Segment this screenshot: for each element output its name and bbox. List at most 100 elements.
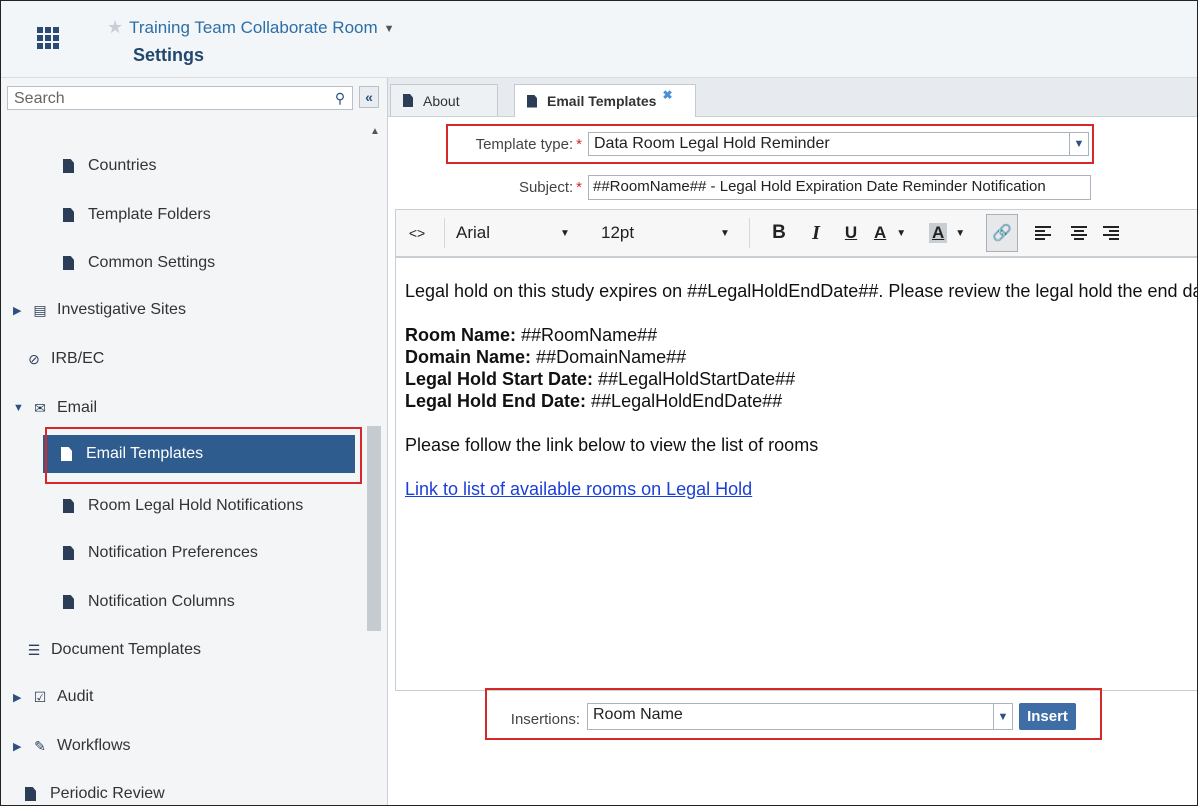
sidebar-item-countries[interactable]: Countries [63,151,156,181]
search-input[interactable] [12,88,326,110]
page-title: Settings [133,45,205,65]
underline-button[interactable]: U [840,210,862,256]
settings-sidebar: ⚲ « Countries Template Folders Common Se… [1,78,388,805]
subject-label: Subject: * [518,179,582,196]
pencil-icon: ✎ [34,737,46,754]
sites-icon: ▤ [33,301,47,318]
search-icon[interactable]: ⚲ [330,88,350,108]
room-title: Training Team Collaborate Room [129,18,378,37]
sidebar-item-label: Notification Preferences [88,544,258,561]
sidebar-item-notification-preferences[interactable]: Notification Preferences [63,538,258,568]
page-header: ★ Training Team Collaborate Room ▼ Setting… [1,1,1197,78]
background-color-button[interactable]: A ▼ [929,210,973,256]
sidebar-search: ⚲ [7,86,353,110]
font-size-value: 12pt [601,223,635,242]
sidebar-item-label: Countries [88,157,157,174]
font-family-value: Arial [456,223,491,242]
sidebar-item-label: Common Settings [88,254,216,271]
text-color-button[interactable]: A ▼ [874,210,918,256]
list-icon: ☰ [27,641,41,658]
text-color-icon: A [874,223,887,242]
font-family-select[interactable]: Arial ▼ [456,210,576,256]
scrollbar-thumb[interactable] [367,426,381,631]
sidebar-item-document-templates[interactable]: ☰ Document Templates [25,635,201,665]
room-name-line: Room Name: ##RoomName## [405,325,658,345]
tab-about[interactable]: About [390,84,498,116]
link-icon: 🔗 [992,225,1012,242]
sidebar-item-room-legal-hold-notifications[interactable]: Room Legal Hold Notifications [63,491,303,521]
favorite-star-icon[interactable]: ★ [107,17,123,37]
expand-arrow-icon[interactable]: ▶ [13,304,25,317]
room-switcher[interactable]: ★ Training Team Collaborate Room ▼ [107,17,395,38]
subject-input[interactable]: ##RoomName## - Legal Hold Expiration Dat… [588,175,1091,200]
italic-button[interactable]: I [805,210,827,256]
follow-link-text: Please follow the link below to view the… [405,435,819,455]
document-icon [63,208,74,222]
sidebar-item-label: Room Legal Hold Notifications [88,497,304,514]
collapse-arrow-icon[interactable]: ▼ [13,402,25,414]
expand-arrow-icon[interactable]: ▶ [13,691,25,704]
collapse-sidebar-button[interactable]: « [359,86,379,108]
sidebar-item-investigative-sites[interactable]: ▶ ▤ Investigative Sites [13,295,186,325]
document-icon [527,94,537,108]
app-window: ★ Training Team Collaborate Room ▼ Setting… [0,0,1198,806]
tab-email-templates[interactable]: Email Templates ✖ [514,84,696,117]
sidebar-item-template-folders[interactable]: Template Folders [63,200,211,230]
start-date-line: Legal Hold Start Date: ##LegalHoldStartD… [405,369,796,389]
sidebar-item-notification-columns[interactable]: Notification Columns [63,587,235,617]
chevron-down-icon[interactable]: ▼ [384,23,395,35]
document-icon [63,256,74,270]
chevron-down-icon: ▼ [720,227,730,239]
highlight-box [45,427,362,484]
chevron-down-icon: ▼ [896,227,907,239]
align-right-icon [1103,226,1119,240]
sidebar-item-irb-ec[interactable]: ⊘ IRB/EC [25,344,104,374]
sidebar-item-label: Notification Columns [88,593,235,610]
document-icon [25,787,36,801]
link-button[interactable]: 🔗 [986,214,1018,252]
audit-checkbox-icon: ☑ [33,688,47,705]
tab-label: About [423,92,460,109]
align-center-button[interactable] [1068,210,1090,256]
highlight-box [485,688,1102,740]
sidebar-scrollbar[interactable]: ▲ [367,126,383,805]
domain-name-line: Domain Name: ##DomainName## [405,347,687,367]
document-icon [63,159,74,173]
intro-text: Legal hold on this study expires on ##Le… [405,281,1198,301]
document-icon [63,546,74,560]
highlight-box [446,124,1094,164]
chevron-down-icon: ▼ [955,227,966,239]
close-tab-icon[interactable]: ✖ [662,88,672,102]
sidebar-item-label: Document Templates [51,641,201,658]
document-icon [403,94,413,107]
align-left-button[interactable] [1032,210,1054,256]
editor-body[interactable]: Legal hold on this study expires on ##Le… [395,257,1197,691]
align-right-button[interactable] [1100,210,1122,256]
align-center-icon [1071,226,1087,240]
expand-arrow-icon[interactable]: ▶ [13,740,25,753]
email-template-editor: Template type: * Data Room Legal Hold Rem… [388,117,1197,805]
sidebar-item-email[interactable]: ▼ ✉ Email [13,393,97,423]
envelope-icon: ✉ [34,399,46,416]
sidebar-item-label: Email [57,399,98,416]
document-icon [63,595,74,609]
scroll-up-arrow-icon[interactable]: ▲ [370,126,380,137]
sidebar-item-audit[interactable]: ▶ ☑ Audit [13,682,93,712]
sidebar-item-label: Periodic Review [50,785,165,802]
tab-bar: About Email Templates ✖ [388,78,1197,117]
document-icon [63,499,74,513]
source-code-button[interactable]: <> [404,210,430,256]
sidebar-item-label: Template Folders [88,206,211,223]
sidebar-item-workflows[interactable]: ▶ ✎ Workflows [13,731,131,761]
font-size-select[interactable]: 12pt ▼ [601,210,731,256]
sidebar-item-label: Audit [57,688,94,705]
bold-button[interactable]: B [768,210,790,256]
chevron-down-icon: ▼ [560,227,570,239]
legal-hold-rooms-link[interactable]: Link to list of available rooms on Legal… [405,479,752,499]
sidebar-item-periodic-review[interactable]: Periodic Review [25,779,165,805]
end-date-line: Legal Hold End Date: ##LegalHoldEndDate#… [405,391,783,411]
sidebar-item-label: Workflows [57,737,131,754]
app-launcher-icon[interactable] [37,27,59,49]
sidebar-item-label: IRB/EC [51,350,105,367]
sidebar-item-common-settings[interactable]: Common Settings [63,248,215,278]
